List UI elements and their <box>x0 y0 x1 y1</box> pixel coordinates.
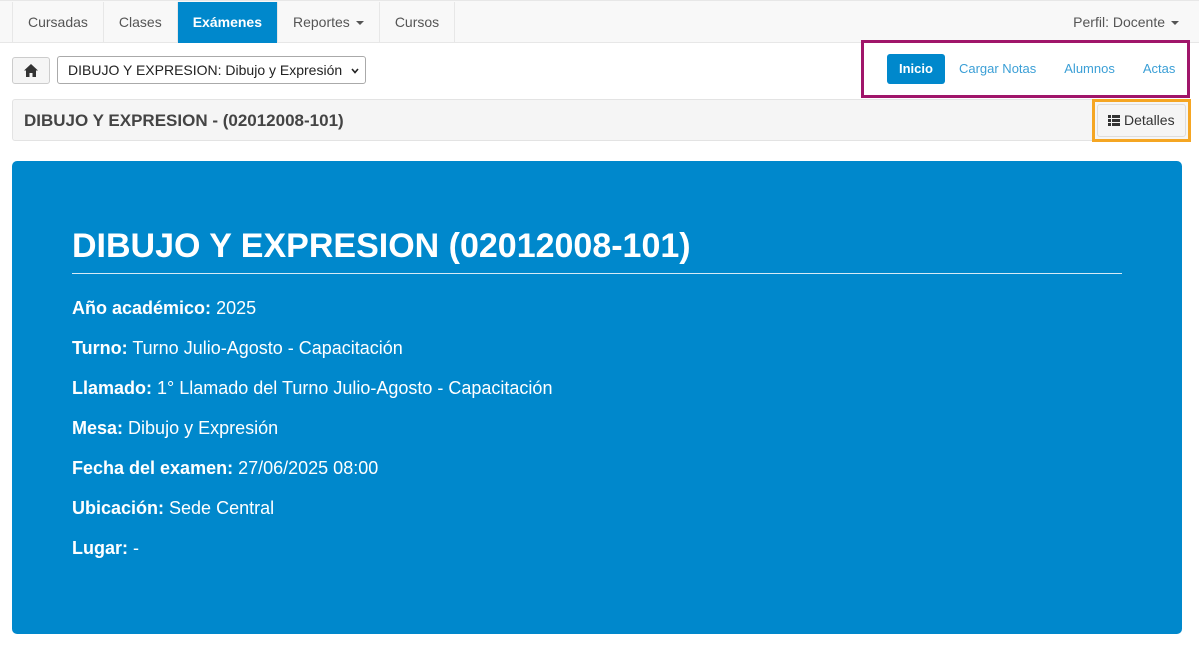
field-value: 2025 <box>216 298 257 318</box>
field-value: - <box>133 538 140 558</box>
home-icon <box>24 64 38 77</box>
field-fecha-examen: Fecha del examen: 27/06/2025 08:00 <box>72 458 378 479</box>
caret-down-icon <box>355 21 364 26</box>
field-label: Año académico: <box>72 298 212 318</box>
profile-dropdown[interactable]: Perfil: Docente <box>1073 2 1179 43</box>
nav-item-cursadas[interactable]: Cursadas <box>13 2 104 43</box>
field-label: Mesa: <box>72 418 124 438</box>
caret-down-icon <box>1171 21 1179 26</box>
field-value: Sede Central <box>169 498 275 518</box>
nav-item-examenes[interactable]: Exámenes <box>177 2 278 43</box>
chevron-down-icon <box>351 68 359 74</box>
field-label: Ubicación: <box>72 498 165 518</box>
nav-item-clases[interactable]: Clases <box>104 2 178 43</box>
field-ubicacion: Ubicación: Sede Central <box>72 498 274 519</box>
field-lugar: Lugar: - <box>72 538 139 559</box>
main-nav: Cursadas Clases Exámenes Reportes Cursos <box>12 2 456 43</box>
subject-select-value: DIBUJO Y EXPRESION: Dibujo y Expresión <box>68 62 343 78</box>
profile-label: Perfil: Docente <box>1073 14 1165 30</box>
field-turno: Turno: Turno Julio-Agosto - Capacitación <box>72 338 403 359</box>
field-mesa: Mesa: Dibujo y Expresión <box>72 418 278 439</box>
page-title: DIBUJO Y EXPRESION - (02012008-101) <box>24 111 344 130</box>
details-button[interactable]: Detalles <box>1097 104 1186 137</box>
pill-cargar-notas[interactable]: Cargar Notas <box>945 54 1050 84</box>
field-value: Turno Julio-Agosto - Capacitación <box>132 338 403 358</box>
field-label: Llamado: <box>72 378 153 398</box>
pill-inicio[interactable]: Inicio <box>887 54 945 84</box>
field-label: Lugar: <box>72 538 128 558</box>
field-anio-academico: Año académico: 2025 <box>72 298 256 319</box>
details-highlight: Detalles <box>1092 99 1191 142</box>
nav-item-reportes[interactable]: Reportes <box>278 2 380 43</box>
exam-info-panel: DIBUJO Y EXPRESION (02012008-101) Año ac… <box>12 161 1182 634</box>
field-value: Dibujo y Expresión <box>128 418 279 438</box>
list-icon <box>1108 114 1120 126</box>
top-navbar: Cursadas Clases Exámenes Reportes Cursos… <box>0 0 1199 43</box>
field-label: Fecha del examen: <box>72 458 234 478</box>
field-label: Turno: <box>72 338 128 358</box>
exam-heading: DIBUJO Y EXPRESION (02012008-101) <box>72 227 691 265</box>
details-label: Detalles <box>1124 112 1175 128</box>
pill-actas[interactable]: Actas <box>1129 54 1190 84</box>
subject-select[interactable]: DIBUJO Y EXPRESION: Dibujo y Expresión <box>57 56 366 84</box>
exam-pill-nav: Inicio Cargar Notas Alumnos Actas <box>861 40 1190 98</box>
home-button[interactable] <box>12 57 50 84</box>
field-llamado: Llamado: 1° Llamado del Turno Julio-Agos… <box>72 378 552 399</box>
title-bar: DIBUJO Y EXPRESION - (02012008-101) <box>12 99 1189 141</box>
field-value: 27/06/2025 08:00 <box>238 458 379 478</box>
nav-item-cursos[interactable]: Cursos <box>380 2 456 43</box>
field-value: 1° Llamado del Turno Julio-Agosto - Capa… <box>157 378 553 398</box>
pill-alumnos[interactable]: Alumnos <box>1050 54 1129 84</box>
heading-divider <box>72 273 1122 274</box>
